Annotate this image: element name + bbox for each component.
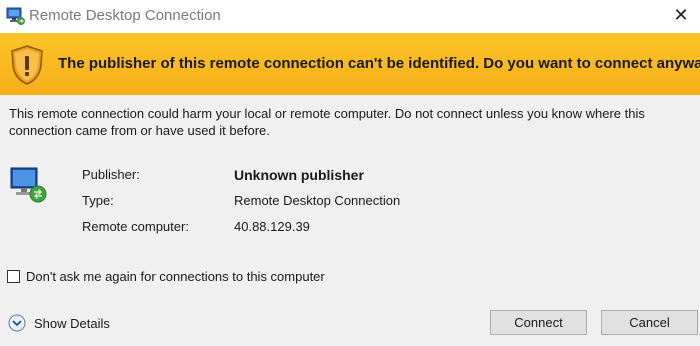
publisher-value: Unknown publisher bbox=[234, 167, 364, 183]
remote-desktop-icon bbox=[6, 7, 25, 25]
dont-ask-again-label[interactable]: Don't ask me again for connections to th… bbox=[26, 269, 325, 284]
publisher-row: Publisher: Unknown publisher bbox=[82, 167, 582, 193]
publisher-label: Publisher: bbox=[82, 167, 140, 182]
type-label: Type: bbox=[82, 193, 114, 208]
remote-computer-icon bbox=[10, 167, 47, 203]
close-button[interactable]: ✕ bbox=[668, 2, 694, 28]
type-row: Type: Remote Desktop Connection bbox=[82, 193, 582, 219]
show-details-toggle[interactable]: Show Details bbox=[8, 314, 110, 332]
warning-banner: The publisher of this remote connection … bbox=[0, 33, 700, 95]
close-icon: ✕ bbox=[673, 4, 689, 25]
remote-computer-value: 40.88.129.39 bbox=[234, 219, 310, 234]
show-details-label[interactable]: Show Details bbox=[34, 316, 110, 331]
connection-details: Publisher: Unknown publisher Type: Remot… bbox=[82, 167, 582, 245]
window-title: Remote Desktop Connection bbox=[29, 7, 221, 24]
dont-ask-again-option[interactable]: Don't ask me again for connections to th… bbox=[7, 269, 325, 284]
chevron-down-icon[interactable] bbox=[8, 314, 26, 332]
dont-ask-again-checkbox[interactable] bbox=[7, 270, 20, 283]
shield-warning-icon bbox=[11, 45, 43, 85]
warning-message: The publisher of this remote connection … bbox=[58, 55, 700, 72]
connect-button[interactable]: Connect bbox=[490, 310, 587, 335]
cancel-button[interactable]: Cancel bbox=[601, 310, 698, 335]
remote-computer-row: Remote computer: 40.88.129.39 bbox=[82, 219, 582, 245]
warning-description: This remote connection could harm your l… bbox=[9, 106, 645, 138]
type-value: Remote Desktop Connection bbox=[234, 193, 401, 208]
remote-computer-label: Remote computer: bbox=[82, 219, 189, 234]
title-bar: Remote Desktop Connection ✕ bbox=[0, 0, 700, 33]
